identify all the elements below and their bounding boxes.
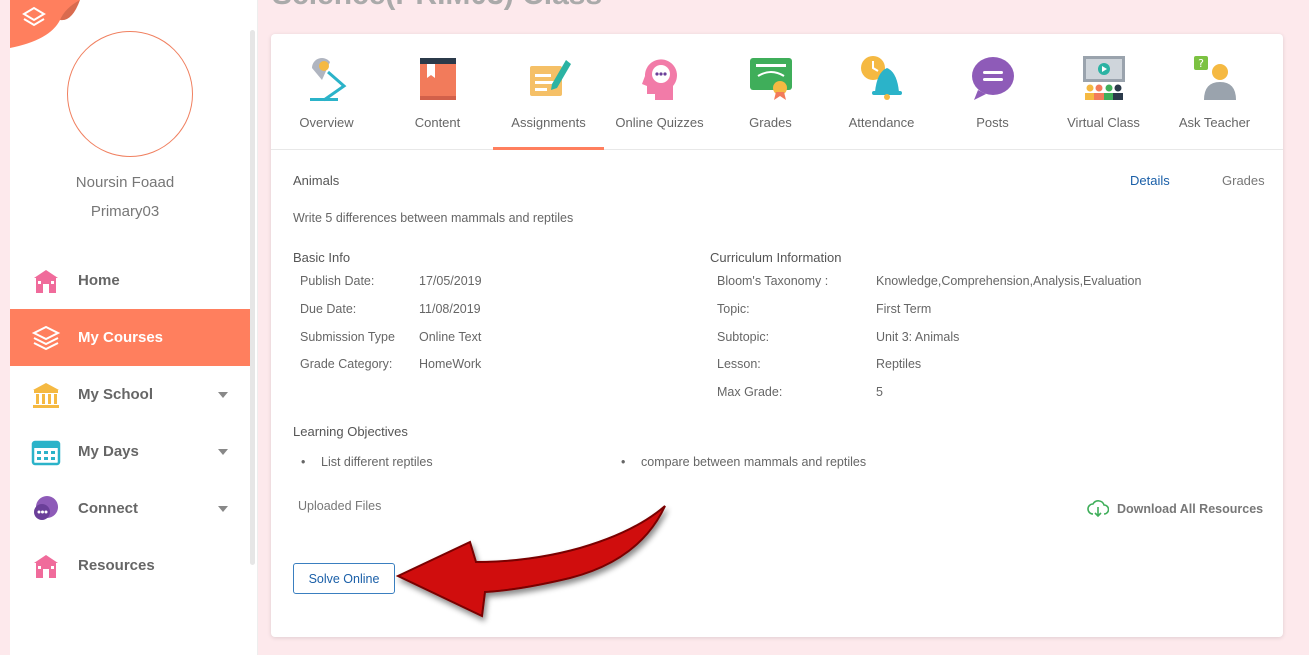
book-icon <box>420 58 456 100</box>
app-logo-icon[interactable] <box>10 0 80 48</box>
info-label: Grade Category: <box>300 357 393 371</box>
subtopic-value: Unit 3: Animals <box>876 330 960 344</box>
tab-online-quizzes[interactable]: Online Quizzes <box>604 34 715 150</box>
question-person-icon: ? <box>1194 56 1236 100</box>
sidebar-nav: Home My Courses My School My Days Connec… <box>10 252 250 594</box>
info-label: Lesson: <box>717 357 761 371</box>
certificate-icon <box>750 58 792 100</box>
page-title: Science(PRIM03) Class <box>272 0 602 12</box>
head-thought-icon <box>642 59 677 100</box>
info-label: Subtopic: <box>717 330 770 344</box>
sidebar-item-home[interactable]: Home <box>10 252 250 309</box>
max-grade-value: 5 <box>876 385 883 399</box>
sidebar-item-label: Resources <box>78 557 155 574</box>
due-date-value: 11/08/2019 <box>419 302 481 316</box>
info-label: Max Grade: <box>717 385 783 399</box>
sidebar-item-resources[interactable]: Resources <box>10 537 250 594</box>
avatar[interactable] <box>67 31 193 157</box>
presentation-icon <box>1083 56 1125 100</box>
sidebar-item-my-days[interactable]: My Days <box>10 423 250 480</box>
info-label: Topic: <box>717 302 750 316</box>
lesson-value: Reptiles <box>876 357 922 371</box>
svg-text:?: ? <box>1198 57 1204 70</box>
books-stack-icon <box>30 322 62 354</box>
cloud-download-icon <box>1087 500 1109 518</box>
lamp-icon <box>310 58 347 102</box>
grade-category-value: HomeWork <box>419 357 482 371</box>
chevron-down-icon[interactable] <box>218 506 228 512</box>
tab-overview[interactable]: Overview <box>271 34 382 150</box>
sidebar-item-label: My Courses <box>78 329 164 346</box>
list-item: List different reptiles <box>301 455 433 469</box>
tab-attendance[interactable]: Attendance <box>826 34 937 150</box>
learning-objectives-heading: Learning Objectives <box>293 424 408 439</box>
user-name: Noursin Foaad <box>75 174 175 191</box>
tab-virtual-class[interactable]: Virtual Class <box>1048 34 1159 150</box>
sidebar-item-label: My School <box>78 386 154 403</box>
topic-value: First Term <box>876 302 932 316</box>
solve-online-button[interactable]: Solve Online <box>293 563 395 594</box>
user-grade: Primary03 <box>90 203 160 220</box>
download-all-label: Download All Resources <box>1117 502 1264 516</box>
sidebar-scrollbar[interactable] <box>250 30 255 565</box>
tab-grades[interactable]: Grades <box>715 34 826 150</box>
info-label: Due Date: <box>300 302 357 316</box>
red-arrow-annotation <box>395 505 666 618</box>
school-house-icon <box>30 265 62 297</box>
sidebar-item-connect[interactable]: Connect <box>10 480 250 537</box>
sidebar-item-label: Connect <box>78 500 138 517</box>
info-label: Bloom's Taxonomy : <box>717 274 829 288</box>
sidebar-item-label: My Days <box>78 443 139 460</box>
grades-link[interactable]: Grades <box>1222 173 1265 188</box>
sidebar-item-my-courses[interactable]: My Courses <box>10 309 250 366</box>
calendar-icon <box>30 436 62 468</box>
list-item: compare between mammals and reptiles <box>621 455 866 469</box>
assignment-title: Animals <box>293 173 340 188</box>
basic-info-heading: Basic Info <box>293 250 351 265</box>
speech-bubble-icon <box>972 57 1014 100</box>
info-label: Publish Date: <box>300 274 375 288</box>
tab-content[interactable]: Content <box>382 34 493 150</box>
submission-type-value: Online Text <box>419 330 482 344</box>
chevron-down-icon[interactable] <box>218 449 228 455</box>
uploaded-files-label: Uploaded Files <box>298 499 382 513</box>
assignment-pen-icon <box>530 60 571 96</box>
course-tabs: Overview Content Assignments Online Quiz… <box>271 34 1283 150</box>
details-link[interactable]: Details <box>1130 173 1170 188</box>
building-columns-icon <box>30 379 62 411</box>
tab-ask-teacher[interactable]: ? Ask Teacher <box>1159 34 1270 150</box>
tab-posts[interactable]: Posts <box>937 34 1048 150</box>
publish-date-value: 17/05/2019 <box>419 274 482 288</box>
sidebar: Noursin Foaad Primary03 Home My Courses … <box>10 0 258 655</box>
tab-assignments[interactable]: Assignments <box>493 34 604 150</box>
chevron-down-icon[interactable] <box>218 392 228 398</box>
download-all-button[interactable]: Download All Resources <box>1087 500 1263 518</box>
bell-clock-icon <box>861 56 902 100</box>
sidebar-item-my-school[interactable]: My School <box>10 366 250 423</box>
sidebar-item-label: Home <box>78 272 120 289</box>
info-label: Submission Type <box>300 330 395 344</box>
blooms-taxonomy-value: Knowledge,Comprehension,Analysis,Evaluat… <box>876 274 1142 288</box>
chat-bubble-icon <box>30 493 62 525</box>
assignment-description: Write 5 differences between mammals and … <box>293 211 574 225</box>
curriculum-heading: Curriculum Information <box>710 250 842 265</box>
school-house-icon <box>30 550 62 582</box>
